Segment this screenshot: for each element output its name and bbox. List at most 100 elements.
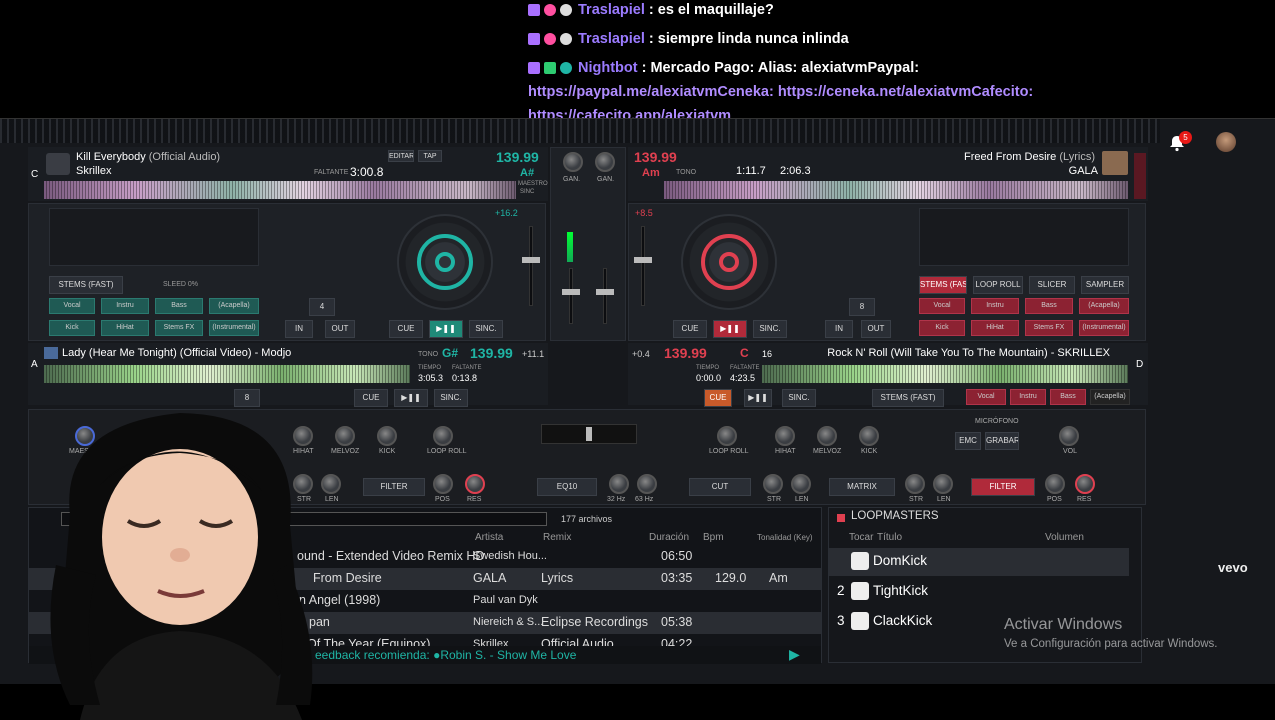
loop-roll-knob[interactable] [717, 426, 737, 446]
res-knob[interactable] [1075, 474, 1095, 494]
cue-button[interactable]: CUE [389, 320, 423, 338]
waveform[interactable] [664, 181, 1128, 199]
avatar[interactable] [1216, 132, 1236, 152]
stem-pad[interactable]: HiHat [971, 320, 1019, 336]
stems-select[interactable]: STEMS (FAST) [919, 276, 967, 294]
column-play[interactable]: Tocar [849, 532, 873, 543]
filter-select[interactable]: FILTER [971, 478, 1035, 496]
feedback-text[interactable]: eedback recomienda: ●Robin S. - Show Me … [315, 648, 576, 662]
sampler-button[interactable]: SAMPLER [1081, 276, 1129, 294]
waveform[interactable] [44, 181, 516, 199]
stem-pad[interactable]: Instru [101, 298, 149, 314]
len-knob[interactable] [933, 474, 953, 494]
eq-32-knob[interactable] [609, 474, 629, 494]
gain-knob-left[interactable] [563, 152, 583, 172]
column-title[interactable]: Título [877, 532, 902, 543]
stem-pad[interactable]: Vocal [919, 298, 965, 314]
stems-select[interactable]: STEMS (FAST) [49, 276, 123, 294]
stem-pad[interactable]: (Acapella) [209, 298, 259, 314]
stem-pad[interactable]: Stems FX [1025, 320, 1073, 336]
cue-button[interactable]: CUE [673, 320, 707, 338]
stem-pad[interactable]: Instru [1010, 389, 1046, 405]
stem-pad[interactable]: (Acapella) [1079, 298, 1129, 314]
loop-roll-knob[interactable] [433, 426, 453, 446]
kick-knob[interactable] [859, 426, 879, 446]
cue-button[interactable]: CUE [354, 389, 388, 407]
chat-link[interactable]: https://paypal.me/alexiatvmCeneka: https… [528, 84, 1033, 100]
pitch-fader[interactable] [522, 226, 540, 306]
play-button[interactable]: ▶❚❚ [713, 320, 747, 338]
play-button[interactable]: ▶❚❚ [394, 389, 428, 407]
slicer-button[interactable]: SLICER [1029, 276, 1075, 294]
loop-in-button[interactable]: IN [285, 320, 313, 338]
sync-button[interactable]: SINC. [434, 389, 468, 407]
sample-row[interactable]: 2 TightKick [829, 578, 1129, 606]
waveform[interactable] [44, 365, 410, 383]
play-button[interactable]: ▶❚❚ [744, 389, 772, 407]
column-artist[interactable]: Artista [475, 532, 503, 543]
edit-button[interactable]: EDITAR [388, 150, 414, 162]
jog-wheel[interactable] [681, 214, 777, 310]
loop-size[interactable]: 8 [849, 298, 875, 316]
tap-button[interactable]: TAP [418, 150, 442, 162]
eq-63-knob[interactable] [637, 474, 657, 494]
pos-knob[interactable] [1045, 474, 1065, 494]
stem-pad[interactable]: Stems FX [155, 320, 203, 336]
column-bpm[interactable]: Bpm [703, 532, 724, 543]
column-duration[interactable]: Duración [649, 532, 689, 543]
stem-pad[interactable]: Bass [155, 298, 203, 314]
stem-pad[interactable]: Instru [971, 298, 1019, 314]
cue-button[interactable]: CUE [704, 389, 732, 407]
loop-in-button[interactable]: IN [825, 320, 853, 338]
hotcue-grid[interactable] [919, 208, 1129, 266]
melvoz-knob[interactable] [817, 426, 837, 446]
stem-pad[interactable]: Kick [919, 320, 965, 336]
crossfader[interactable] [541, 424, 637, 444]
stem-pad[interactable]: (Instrumental) [1079, 320, 1129, 336]
volume-fader-left[interactable] [562, 268, 580, 324]
jog-wheel[interactable] [397, 214, 493, 310]
mic-volume-knob[interactable] [1059, 426, 1079, 446]
loop-out-button[interactable]: OUT [861, 320, 891, 338]
matrix-select[interactable]: MATRIX [829, 478, 895, 496]
cut-select[interactable]: CUT [689, 478, 751, 496]
hihat-knob[interactable] [775, 426, 795, 446]
stem-pad[interactable]: Kick [49, 320, 95, 336]
stem-pad[interactable]: Vocal [966, 389, 1006, 405]
str-knob[interactable] [905, 474, 925, 494]
volume-fader-right[interactable] [596, 268, 614, 324]
stem-pad[interactable]: Bass [1050, 389, 1086, 405]
loop-roll-button[interactable]: LOOP ROLL [973, 276, 1023, 294]
len-knob[interactable] [791, 474, 811, 494]
sync-button[interactable]: SINC. [469, 320, 503, 338]
loop-out-button[interactable]: OUT [325, 320, 355, 338]
emc-button[interactable]: EMC [955, 432, 981, 450]
hotcue-grid[interactable] [49, 208, 259, 266]
sample-row[interactable]: DomKick [829, 548, 1129, 576]
str-knob[interactable] [763, 474, 783, 494]
stem-pad[interactable]: Vocal [49, 298, 95, 314]
stem-pad[interactable]: (Instrumental) [209, 320, 259, 336]
stem-pad[interactable]: (Acapella) [1090, 389, 1130, 405]
stem-pad[interactable]: HiHat [101, 320, 149, 336]
waveform[interactable] [762, 365, 1128, 383]
pos-knob[interactable] [433, 474, 453, 494]
res-knob[interactable] [465, 474, 485, 494]
sync-button[interactable]: SINC. [753, 320, 787, 338]
column-volume[interactable]: Volumen [1045, 532, 1084, 543]
stem-pad[interactable]: Bass [1025, 298, 1073, 314]
play-button[interactable]: ▶❚❚ [429, 320, 463, 338]
loop-size[interactable]: 4 [309, 298, 335, 316]
stems-select[interactable]: STEMS (FAST) [872, 389, 944, 407]
record-button[interactable]: GRABAR [985, 432, 1019, 450]
sync-button[interactable]: SINC. [782, 389, 816, 407]
column-remix[interactable]: Remix [543, 532, 571, 543]
chat-text: : Mercado Pago: Alias: alexiatvmPaypal: [641, 60, 920, 76]
gain-knob-right[interactable] [595, 152, 615, 172]
kick-knob[interactable] [377, 426, 397, 446]
eq-select[interactable]: EQ10 [537, 478, 597, 496]
filter-select[interactable]: FILTER [363, 478, 425, 496]
pitch-fader[interactable] [634, 226, 652, 306]
play-icon[interactable]: ▶ [789, 646, 800, 663]
column-key[interactable]: Tonalidad (Key) [757, 533, 813, 542]
